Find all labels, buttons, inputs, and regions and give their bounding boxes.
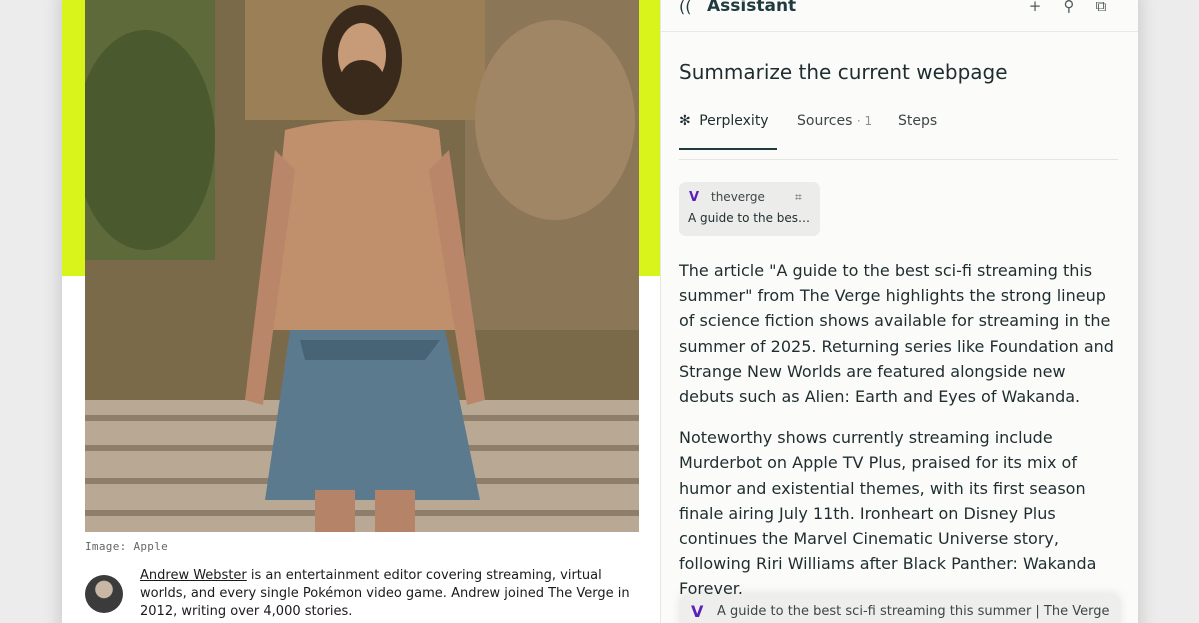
tab-perplexity[interactable]: ✻ Perplexity — [679, 113, 769, 141]
new-thread-button[interactable]: + — [1025, 0, 1045, 16]
source-title: A guide to the best... — [688, 211, 814, 225]
author-avatar[interactable] — [85, 575, 123, 613]
verge-logo-icon: V — [691, 602, 704, 621]
author-bio: Andrew Webster is an entertainment edito… — [140, 567, 640, 621]
screenshot-icon: ⌗ — [795, 190, 802, 204]
verge-logo-icon: V — [689, 190, 700, 205]
article-pane: Image: Apple Andrew Webster is an entert… — [62, 0, 660, 623]
tab-steps-label: Steps — [898, 113, 938, 129]
browser-window: Image: Apple Andrew Webster is an entert… — [62, 0, 1138, 623]
sources-count: · 1 — [856, 114, 873, 128]
answer-paragraph: The article "A guide to the best sci-fi … — [679, 261, 1114, 407]
notification-icon[interactable]: ⚲ — [1059, 0, 1079, 16]
answer-body: The article "A guide to the best sci-fi … — [679, 258, 1124, 618]
active-tab-indicator — [679, 148, 777, 150]
tab-sources[interactable]: Sources · 1 — [797, 113, 872, 141]
hero-image — [85, 0, 639, 532]
assistant-panel: (( Assistant + ⚲ ⧉ Summarize the current… — [660, 0, 1138, 623]
citation-chip[interactable]: V A guide to the best sci-fi streaming t… — [679, 594, 1121, 623]
assistant-title: Assistant — [707, 0, 797, 16]
assistant-waves-icon: (( — [679, 0, 692, 16]
source-domain: theverge — [711, 190, 765, 204]
popout-icon[interactable]: ⧉ — [1091, 0, 1111, 16]
user-query: Summarize the current webpage — [679, 60, 1008, 84]
answer-paragraph: Noteworthy shows currently streaming inc… — [679, 428, 1097, 599]
image-caption: Image: Apple — [85, 540, 169, 553]
perplexity-icon: ✻ — [679, 113, 691, 129]
source-card[interactable]: V theverge ⌗ A guide to the best... — [679, 182, 820, 236]
tab-perplexity-label: Perplexity — [699, 113, 769, 129]
tab-sources-label: Sources — [797, 113, 853, 129]
assistant-header: (( Assistant + ⚲ ⧉ — [661, 0, 1138, 32]
author-link[interactable]: Andrew Webster — [140, 568, 247, 583]
answer-tabs: ✻ Perplexity Sources · 1 Steps — [679, 110, 1118, 160]
citation-title: A guide to the best sci-fi streaming thi… — [717, 604, 1110, 619]
tab-steps[interactable]: Steps — [898, 113, 937, 141]
